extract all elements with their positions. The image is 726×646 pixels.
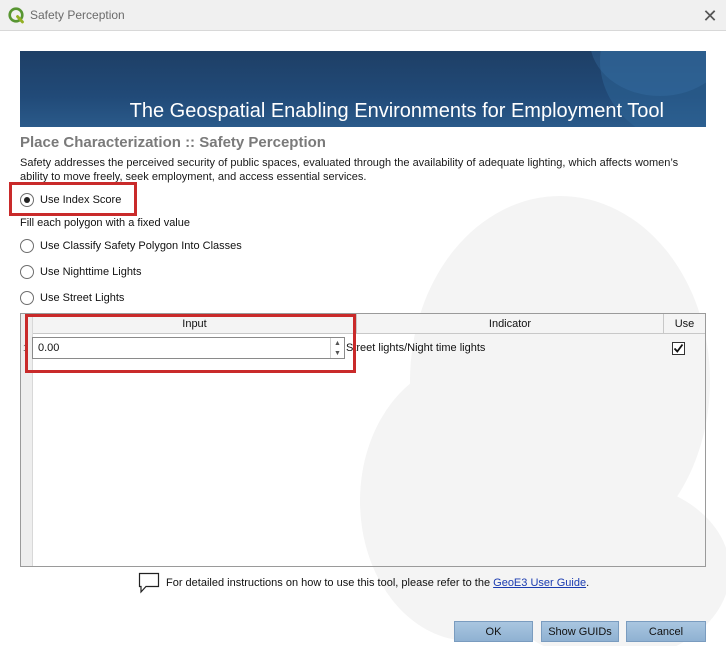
header-banner: The Geospatial Enabling Environments for… (20, 51, 706, 127)
ok-button[interactable]: OK (454, 621, 533, 642)
checkmark-icon (673, 343, 684, 353)
index-score-hint: Fill each polygon with a fixed value (20, 217, 190, 229)
highlight-box-index-score (9, 182, 137, 216)
radio-nighttime-lights[interactable]: Use Nighttime Lights (20, 264, 142, 280)
help-note: For detailed instructions on how to use … (138, 572, 589, 594)
radio-label: Use Classify Safety Polygon Into Classes (40, 240, 242, 252)
radio-button[interactable] (20, 265, 34, 279)
column-header-indicator[interactable]: Indicator (357, 314, 664, 334)
page-title: Place Characterization :: Safety Percept… (20, 134, 326, 151)
title-bar: Safety Perception ✕ (0, 0, 726, 31)
cancel-button[interactable]: Cancel (626, 621, 706, 642)
help-text: For detailed instructions on how to use … (166, 577, 491, 589)
show-guids-button[interactable]: Show GUIDs (541, 621, 619, 642)
close-button[interactable]: ✕ (698, 4, 722, 28)
use-checkbox[interactable] (672, 342, 685, 355)
banner-title: The Geospatial Enabling Environments for… (129, 100, 664, 122)
radio-button[interactable] (20, 291, 34, 305)
qgis-icon (8, 7, 24, 24)
close-icon: ✕ (702, 5, 718, 26)
speech-bubble-icon (138, 572, 160, 594)
window-title: Safety Perception (30, 8, 125, 22)
radio-button[interactable] (20, 239, 34, 253)
radio-street-lights[interactable]: Use Street Lights (20, 290, 124, 306)
help-text-end: . (586, 577, 590, 589)
section-description: Safety addresses the perceived security … (20, 157, 679, 183)
radio-classify-safety-polygon[interactable]: Use Classify Safety Polygon Into Classes (20, 238, 242, 254)
column-header-use[interactable]: Use (664, 314, 705, 334)
user-guide-link[interactable]: GeoE3 User Guide (493, 577, 586, 589)
radio-label: Use Street Lights (40, 292, 125, 304)
indicator-cell: Street lights/Night time lights (346, 342, 486, 354)
radio-label: Use Nighttime Lights (40, 266, 142, 278)
highlight-box-input (25, 314, 356, 373)
